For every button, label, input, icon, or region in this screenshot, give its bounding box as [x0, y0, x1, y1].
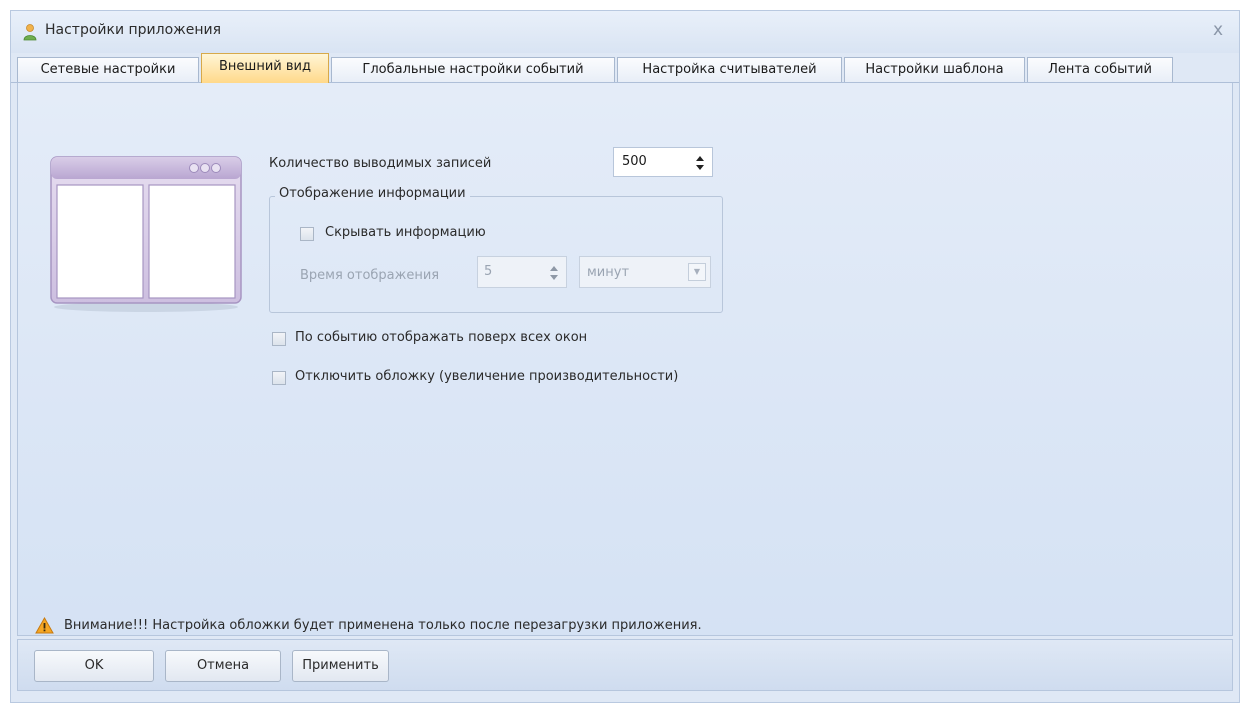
tab-template-settings[interactable]: Настройки шаблона — [844, 57, 1025, 82]
disable-skin-label: Отключить обложку (увеличение производит… — [295, 369, 679, 384]
on-top-label: По событию отображать поверх всех окон — [295, 330, 588, 345]
apply-button[interactable]: Применить — [292, 650, 389, 682]
tab-bar: Сетевые настройки Внешний вид Глобальные… — [11, 53, 1239, 83]
disable-skin-checkbox[interactable] — [272, 371, 286, 385]
info-display-group: Отображение информации Скрывать информац… — [269, 186, 723, 313]
appearance-panel: Количество выводимых записей 500 Отображ… — [17, 83, 1233, 636]
display-time-value: 5 — [484, 264, 493, 279]
display-time-unit-select[interactable]: минут ▼ — [579, 256, 711, 288]
cancel-button[interactable]: Отмена — [165, 650, 281, 682]
records-count-label: Количество выводимых записей — [269, 156, 492, 171]
on-top-checkbox[interactable] — [272, 332, 286, 346]
close-button[interactable]: x — [1207, 19, 1229, 41]
hide-info-checkbox[interactable] — [300, 227, 314, 241]
tab-appearance[interactable]: Внешний вид — [201, 53, 329, 83]
display-time-label: Время отображения — [300, 268, 440, 283]
dialog-footer: OK Отмена Применить — [17, 639, 1233, 691]
info-display-group-title: Отображение информации — [275, 186, 470, 201]
records-count-stepper[interactable]: 500 — [613, 147, 713, 177]
tab-reader-settings[interactable]: Настройка считывателей — [617, 57, 842, 82]
close-icon: x — [1212, 20, 1224, 40]
title-bar: Настройки приложения x — [11, 11, 1239, 53]
settings-window: Настройки приложения x Сетевые настройки… — [10, 10, 1240, 703]
tab-event-feed[interactable]: Лента событий — [1027, 57, 1173, 82]
spin-arrows-icon — [696, 156, 704, 170]
window-layout-illustration — [50, 156, 242, 312]
display-time-stepper[interactable]: 5 — [477, 256, 567, 288]
spin-arrows-icon — [550, 266, 558, 280]
warning-icon — [35, 617, 54, 634]
chevron-down-icon: ▼ — [688, 263, 706, 281]
records-count-value: 500 — [622, 154, 647, 169]
tab-network-settings[interactable]: Сетевые настройки — [17, 57, 199, 82]
window-title: Настройки приложения — [45, 22, 222, 38]
tab-global-event-settings[interactable]: Глобальные настройки событий — [331, 57, 615, 82]
display-time-unit-value: минут — [587, 265, 630, 280]
user-icon — [23, 24, 37, 41]
skin-restart-warning: Внимание!!! Настройка обложки будет прим… — [64, 618, 702, 633]
hide-info-label: Скрывать информацию — [325, 225, 486, 240]
ok-button[interactable]: OK — [34, 650, 154, 682]
